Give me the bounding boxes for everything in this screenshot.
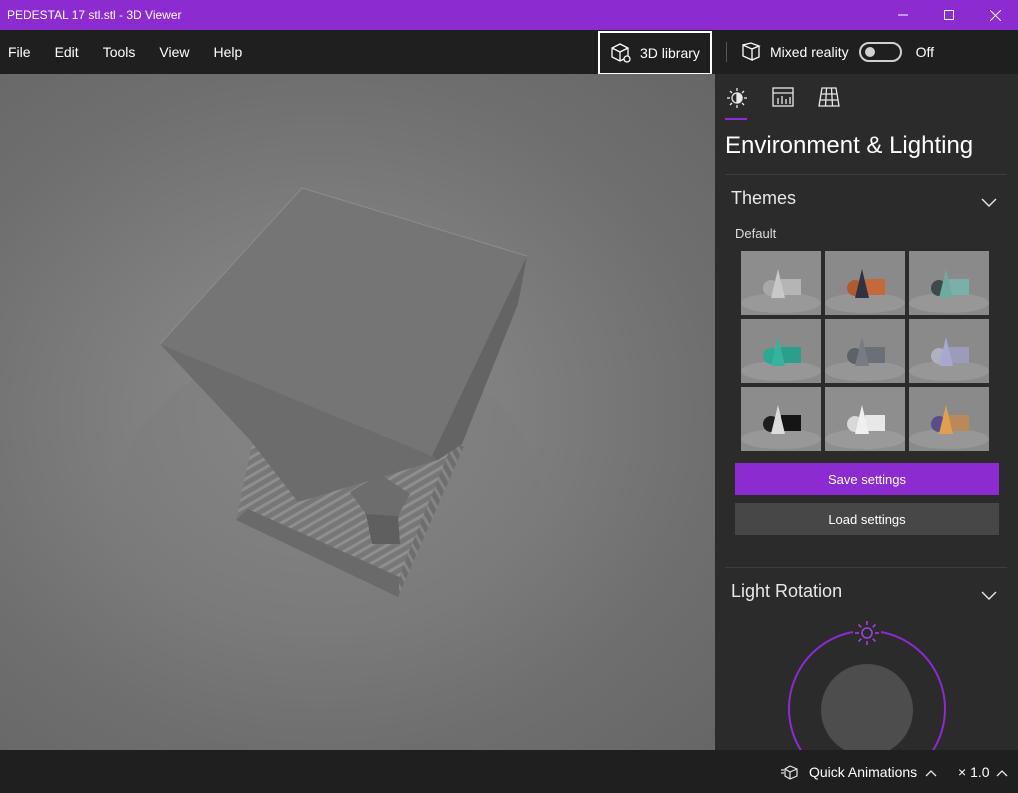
theme-teal[interactable] [741, 319, 821, 383]
menu-tools[interactable]: Tools [87, 30, 144, 74]
sun-icon[interactable] [852, 618, 882, 648]
menu-view[interactable]: View [143, 30, 197, 74]
quick-animations-label: Quick Animations [809, 764, 918, 780]
theme-rainbow[interactable] [909, 387, 989, 451]
theme-copper[interactable] [825, 251, 905, 315]
theme-thumbnail [909, 387, 989, 451]
panel-heading: Environment & Lighting [725, 132, 974, 159]
animation-cube-icon [781, 765, 798, 780]
chevron-down-icon [981, 198, 997, 207]
title-bar: PEDESTAL 17 stl.stl - 3D Viewer [0, 0, 1018, 30]
divider [725, 567, 1007, 568]
theme-thumbnail [825, 251, 905, 315]
theme-thumbnail [741, 387, 821, 451]
maximize-icon [944, 10, 954, 20]
load-settings-button[interactable]: Load settings [735, 503, 999, 535]
theme-black[interactable] [741, 387, 821, 451]
close-button[interactable] [972, 0, 1018, 30]
selected-theme-label: Default [735, 226, 777, 241]
toggle-knob [864, 47, 875, 57]
3d-library-button[interactable]: 3D library [598, 31, 712, 75]
window-title: PEDESTAL 17 stl.stl - 3D Viewer [7, 8, 182, 22]
settings-panel: Environment & Lighting Themes Default Sa… [715, 74, 1018, 750]
theme-thumbnail [825, 319, 905, 383]
themes-expand-button[interactable] [981, 194, 997, 212]
tab-mesh[interactable] [817, 84, 841, 118]
theme-thumbnail [741, 251, 821, 315]
status-bar: Quick Animations × 1.0 [0, 750, 1018, 793]
quick-animations-button[interactable]: Quick Animations [781, 764, 937, 780]
theme-thumbnail [909, 251, 989, 315]
3d-library-label: 3D library [640, 45, 700, 61]
3d-viewport[interactable] [0, 74, 715, 750]
mixed-reality-toggle[interactable] [858, 42, 902, 62]
divider [725, 174, 1007, 175]
mesh-grid-icon [818, 87, 840, 107]
tab-environment-lighting[interactable] [725, 84, 749, 120]
themes-grid [741, 251, 989, 451]
mixed-reality-control: Mixed reality Off [740, 30, 934, 74]
pedestal-model [120, 187, 540, 644]
theme-teal-dark[interactable] [909, 251, 989, 315]
stats-chart-icon [772, 87, 794, 107]
minimize-icon [898, 14, 908, 16]
light-rotation-dial[interactable] [787, 614, 947, 750]
menu-bar: File Edit Tools View Help 3D library Mix… [0, 30, 1018, 75]
theme-slate[interactable] [825, 319, 905, 383]
theme-thumbnail [909, 319, 989, 383]
minimize-button[interactable] [880, 0, 926, 30]
chevron-down-icon [981, 591, 997, 600]
3d-library-icon [611, 43, 631, 63]
chevron-up-icon [996, 764, 1008, 780]
mixed-reality-label: Mixed reality [770, 44, 849, 60]
mixed-reality-state: Off [915, 44, 935, 60]
theme-thumbnail [741, 319, 821, 383]
light-rotation-expand-button[interactable] [981, 587, 997, 605]
theme-thumbnail [825, 387, 905, 451]
sun-lighting-icon [727, 88, 747, 108]
light-rotation-section-title[interactable]: Light Rotation [731, 581, 842, 602]
theme-white[interactable] [825, 387, 905, 451]
mixed-reality-icon [742, 42, 761, 62]
close-icon [989, 9, 1001, 21]
tab-stats[interactable] [771, 84, 795, 118]
menu-edit[interactable]: Edit [39, 30, 87, 74]
playback-speed-button[interactable]: × 1.0 [958, 764, 1008, 780]
panel-tabs [725, 84, 841, 120]
save-settings-button[interactable]: Save settings [735, 463, 999, 495]
menu-file[interactable]: File [0, 30, 39, 74]
menu-help[interactable]: Help [197, 30, 250, 74]
theme-lavender[interactable] [909, 319, 989, 383]
maximize-button[interactable] [926, 0, 972, 30]
toolbar-divider [726, 42, 727, 62]
theme-default[interactable] [741, 251, 821, 315]
speed-label: × 1.0 [958, 764, 990, 780]
themes-section-title[interactable]: Themes [731, 188, 796, 209]
chevron-up-icon [925, 764, 937, 780]
